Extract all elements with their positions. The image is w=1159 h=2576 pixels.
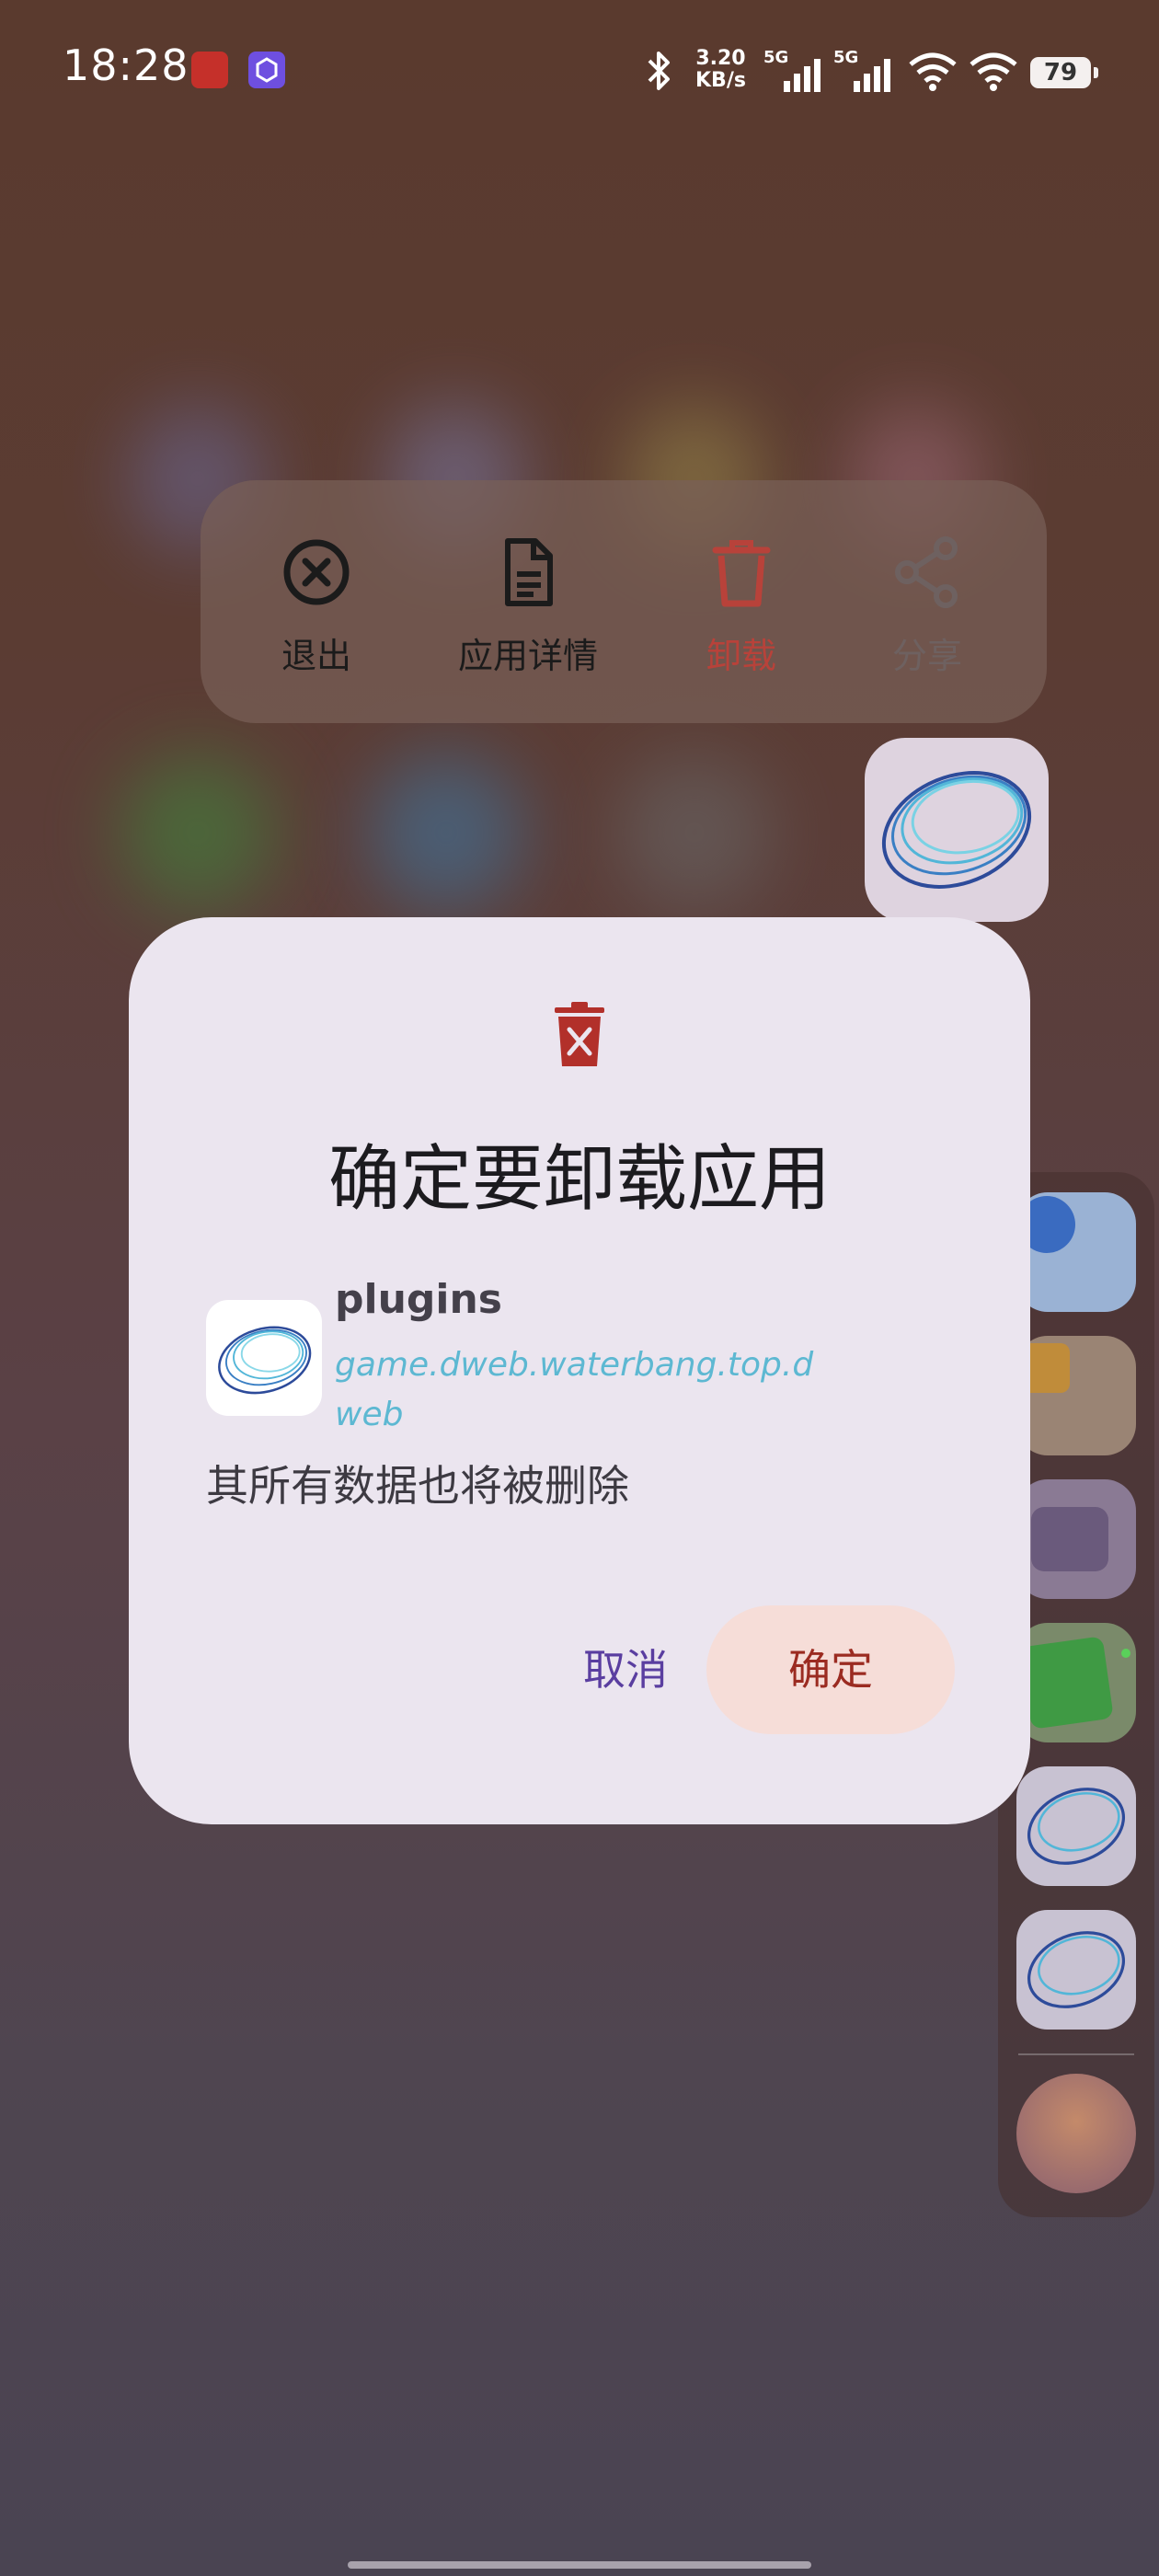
dock-app-icon-plugins[interactable] xyxy=(1016,1910,1136,2030)
confirm-button[interactable]: 确定 xyxy=(706,1605,955,1734)
dock-app-icon[interactable] xyxy=(1016,2074,1136,2193)
background-blur xyxy=(616,754,773,911)
dock-divider xyxy=(1018,2053,1134,2055)
dialog-app-name: plugins xyxy=(335,1276,502,1323)
menu-item-label: 退出 xyxy=(281,636,351,676)
home-indicator[interactable] xyxy=(348,2561,811,2569)
dialog-app-package: game.dweb.waterbang.top.dweb xyxy=(335,1346,814,1433)
dock-app-icon-plugins[interactable] xyxy=(1016,1766,1136,1886)
status-bar: 18:28 3.20 KB/s 5G 5G 79 xyxy=(0,0,1159,147)
wifi-icon xyxy=(909,52,957,91)
app-context-menu: 退出 应用详情 卸载 分享 xyxy=(201,480,1047,723)
cellular-signal-icon: 5G xyxy=(763,48,828,96)
background-blur xyxy=(368,754,524,911)
app-icon-plugins[interactable] xyxy=(865,738,1049,922)
battery-indicator: 79 xyxy=(1030,57,1098,88)
trash-icon xyxy=(555,1002,604,1066)
close-circle-icon xyxy=(283,539,350,605)
document-icon xyxy=(505,538,553,606)
plugins-logo-icon xyxy=(1027,1931,1126,2008)
share-icon xyxy=(895,536,958,608)
menu-item-exit[interactable]: 退出 xyxy=(224,535,408,678)
dock-app-icon[interactable] xyxy=(1016,1336,1136,1455)
cellular-signal-icon: 5G xyxy=(833,48,898,96)
uninstall-dialog: 确定要卸载应用 plugins game.dweb.waterbang.top.… xyxy=(129,917,1030,1824)
status-time: 18:28 xyxy=(63,40,189,90)
trash-icon xyxy=(712,540,771,607)
bluetooth-icon xyxy=(648,52,670,90)
background-blur xyxy=(120,754,276,911)
network-speed: 3.20 KB/s xyxy=(695,47,746,92)
dock-app-icon[interactable] xyxy=(1016,1479,1136,1599)
dock-app-icon[interactable] xyxy=(1016,1623,1136,1742)
dialog-title: 确定要卸载应用 xyxy=(327,1138,831,1221)
app-notification-icon xyxy=(191,52,228,88)
menu-item-app-details[interactable]: 应用详情 xyxy=(436,535,620,678)
notification-dot xyxy=(1121,1649,1130,1658)
menu-item-label: 卸载 xyxy=(706,636,776,676)
plugins-logo-icon xyxy=(881,771,1032,889)
menu-item-label: 应用详情 xyxy=(457,636,598,676)
cancel-button[interactable]: 取消 xyxy=(515,1605,736,1734)
wifi-icon xyxy=(970,52,1017,91)
app-notification-icon xyxy=(248,52,285,88)
menu-item-label: 分享 xyxy=(891,636,962,676)
dialog-message: 其所有数据也将被删除 xyxy=(206,1461,629,1511)
plugins-logo-icon xyxy=(1027,1788,1126,1865)
menu-item-uninstall[interactable]: 卸载 xyxy=(649,535,833,678)
dialog-app-icon xyxy=(206,1300,322,1416)
plugins-logo-icon xyxy=(218,1326,312,1395)
dock-app-icon[interactable] xyxy=(1016,1192,1136,1312)
menu-item-share[interactable]: 分享 xyxy=(835,535,1019,678)
